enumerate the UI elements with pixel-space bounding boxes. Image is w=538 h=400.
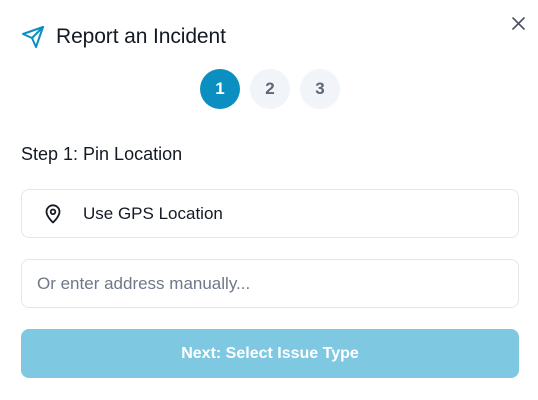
modal-header: Report an Incident	[21, 24, 226, 50]
send-icon	[21, 25, 45, 49]
next-select-issue-type-button[interactable]: Next: Select Issue Type	[21, 329, 519, 378]
modal-title: Report an Incident	[56, 25, 226, 48]
close-button[interactable]	[509, 14, 527, 32]
step-3[interactable]: 3	[300, 69, 340, 109]
map-pin-icon	[43, 203, 63, 224]
close-icon	[511, 16, 525, 30]
step-2[interactable]: 2	[250, 69, 290, 109]
address-input[interactable]	[21, 259, 519, 308]
report-incident-modal: Report an Incident 1 2 3 Step 1: Pin Loc…	[0, 0, 538, 400]
step-indicator: 1 2 3	[200, 69, 340, 109]
step-heading: Step 1: Pin Location	[21, 144, 183, 164]
step-1[interactable]: 1	[200, 69, 240, 109]
use-gps-label: Use GPS Location	[83, 203, 223, 223]
use-gps-button[interactable]: Use GPS Location	[21, 189, 519, 238]
